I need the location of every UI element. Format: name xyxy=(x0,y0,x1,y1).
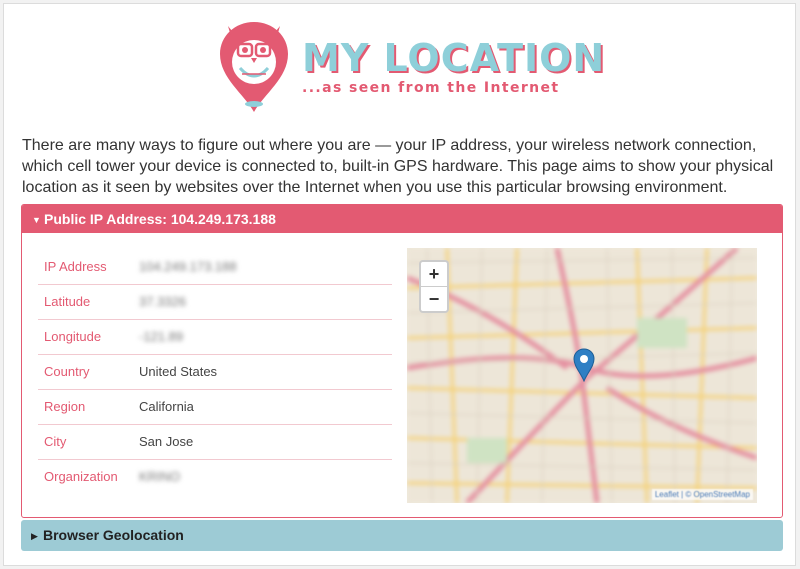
browser-geolocation-panel-header[interactable]: ▶ Browser Geolocation xyxy=(21,520,783,551)
table-row: Region California xyxy=(38,390,392,425)
table-row: Country United States xyxy=(38,355,392,390)
row-value-city: San Jose xyxy=(139,434,194,449)
public-ip-heading: Public IP Address: 104.249.173.188 xyxy=(44,211,276,227)
owl-pin-logo-icon xyxy=(220,22,288,112)
row-value-region: California xyxy=(139,399,194,414)
table-row: IP Address 104.249.173.188 xyxy=(38,250,392,285)
row-value-ip-address: 104.249.173.188 xyxy=(139,259,237,274)
table-row: Longitude -121.89 xyxy=(38,320,392,355)
logo: MY LOCATION ...as seen from the Internet xyxy=(214,16,604,116)
map-attribution[interactable]: Leaflet | © OpenStreetMap xyxy=(651,489,753,500)
caret-right-icon: ▶ xyxy=(31,531,38,541)
row-label-latitude: Latitude xyxy=(44,294,91,309)
public-ip-panel: ▼ Public IP Address: 104.249.173.188 IP A… xyxy=(21,204,783,518)
location-map[interactable]: + − Leaflet | © OpenStreetMap xyxy=(407,248,757,503)
row-value-country: United States xyxy=(139,364,218,379)
row-label-region: Region xyxy=(44,399,86,414)
browser-geolocation-heading: Browser Geolocation xyxy=(43,527,184,543)
table-row: City San Jose xyxy=(38,425,392,460)
caret-down-icon: ▼ xyxy=(32,215,41,225)
table-row: Organization KRINO xyxy=(38,460,392,494)
row-label-ip-address: IP Address xyxy=(44,259,107,274)
row-value-longitude: -121.89 xyxy=(139,329,184,344)
map-marker-icon[interactable] xyxy=(573,348,595,382)
row-label-city: City xyxy=(44,434,67,449)
row-label-organization: Organization xyxy=(44,469,118,484)
page: MY LOCATION ...as seen from the Internet… xyxy=(3,3,796,566)
intro-text: There are many ways to figure out where … xyxy=(22,137,774,196)
row-value-latitude: 37.3326 xyxy=(139,294,186,309)
row-label-longitude: Longitude xyxy=(44,329,102,344)
logo-tagline: ...as seen from the Internet xyxy=(302,80,560,96)
row-label-country: Country xyxy=(44,364,90,379)
row-value-organization: KRINO xyxy=(139,469,181,484)
zoom-in-button[interactable]: + xyxy=(421,262,447,286)
zoom-out-button[interactable]: − xyxy=(421,286,447,311)
map-zoom-control: + − xyxy=(419,260,449,313)
public-ip-panel-header[interactable]: ▼ Public IP Address: 104.249.173.188 xyxy=(22,205,782,233)
logo-title: MY LOCATION xyxy=(302,36,606,80)
table-row: Latitude 37.3326 xyxy=(38,285,392,320)
location-info-table: IP Address 104.249.173.188 Latitude 37.3… xyxy=(38,250,392,494)
